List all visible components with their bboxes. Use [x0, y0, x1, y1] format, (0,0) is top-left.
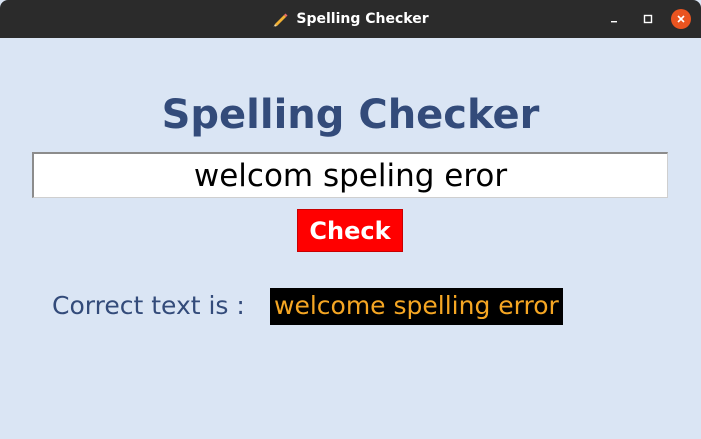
app-window: Spelling Checker Spelling Checker Check …: [0, 0, 701, 439]
close-button[interactable]: [671, 9, 691, 29]
check-button[interactable]: Check: [297, 209, 403, 252]
text-input-frame: [32, 152, 668, 198]
minimize-icon: [611, 21, 617, 23]
result-value: welcome spelling error: [270, 288, 563, 325]
window-title: Spelling Checker: [296, 11, 429, 27]
maximize-icon: [643, 14, 653, 24]
page-title: Spelling Checker: [161, 92, 540, 138]
minimize-button[interactable]: [604, 9, 624, 29]
maximize-button[interactable]: [638, 9, 658, 29]
title-bar[interactable]: Spelling Checker: [0, 0, 701, 38]
pencil-icon: [272, 11, 288, 27]
close-icon: [677, 15, 685, 23]
text-input[interactable]: [34, 154, 667, 197]
result-label: Correct text is :: [52, 291, 245, 320]
